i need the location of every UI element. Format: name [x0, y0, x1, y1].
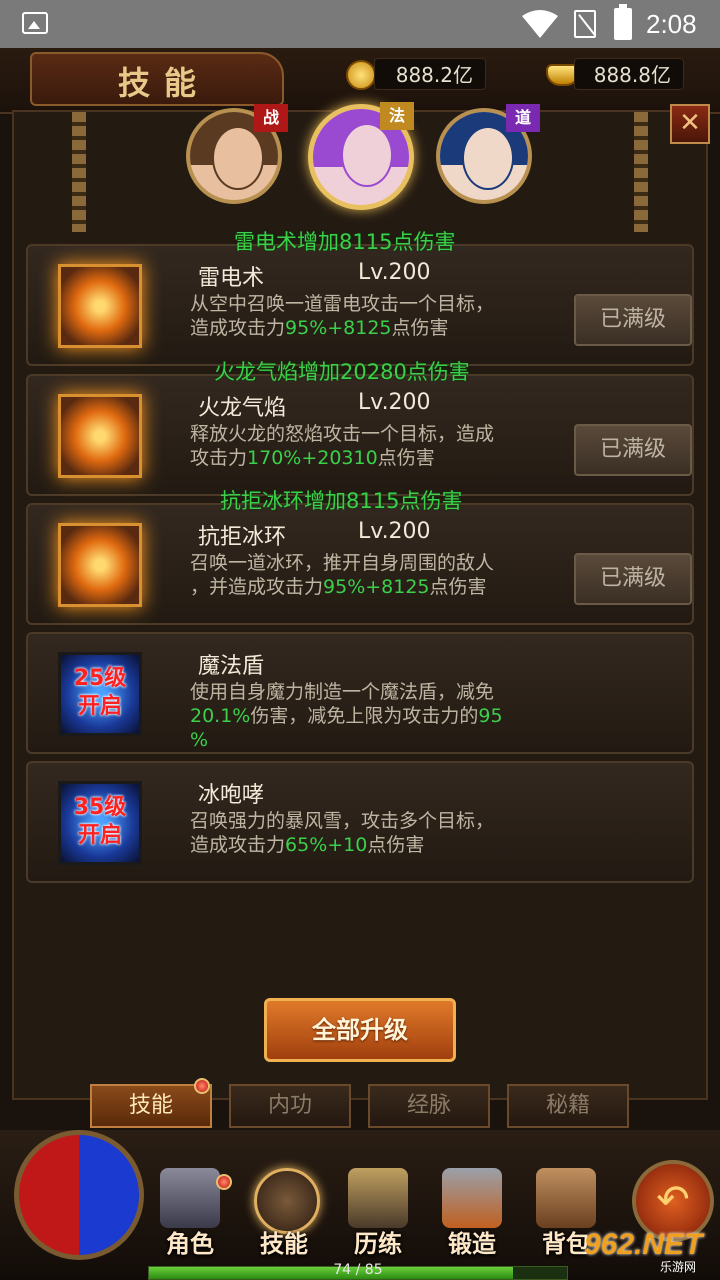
ice-roar-skill-icon: 35级 开启 [58, 781, 142, 865]
unlock-level-label: 25级 开启 [73, 666, 127, 719]
skill-name: 火龙气焰 [198, 396, 287, 421]
skill-bonus-text: 火龙气焰增加20280点伤害 [214, 360, 470, 384]
page-title: 技能 [118, 64, 211, 102]
nav-label: 角色 [166, 1229, 214, 1258]
nav-label: 技能 [260, 1229, 308, 1258]
avatar-face [462, 126, 514, 190]
skill-level: Lv.200 [358, 390, 431, 415]
skill-card-magic-shield[interactable]: 25级 开启 魔法盾 使用自身魔力制造一个魔法盾，减免 20.1%伤害，减免上限为… [26, 632, 694, 754]
helmet-icon [160, 1168, 220, 1228]
nav-training[interactable]: 历练 [338, 1168, 418, 1258]
unlock-level-label: 35级 开启 [73, 795, 127, 848]
ice-ring-skill-icon [58, 523, 142, 607]
skill-name: 冰咆哮 [198, 783, 265, 808]
skill-level: Lv.200 [358, 260, 431, 285]
skill-name: 魔法盾 [198, 654, 265, 679]
bag-icon [536, 1168, 596, 1228]
class-badge-mage: 法 [380, 102, 414, 130]
status-bar: 2:08 [0, 0, 720, 48]
wifi-icon [522, 10, 558, 38]
class-badge-taoist: 道 [506, 104, 540, 132]
watermark-logo: 962.NET [584, 1228, 703, 1261]
gold-coin-icon [346, 60, 376, 90]
skill-name: 雷电术 [198, 266, 265, 291]
tab-meridians[interactable]: 经脉 [368, 1084, 490, 1128]
yin-yang-orb-icon[interactable] [14, 1130, 144, 1260]
close-button[interactable]: ✕ [670, 104, 710, 144]
clock: 2:08 [646, 9, 697, 39]
avatar-face [341, 123, 393, 187]
lightning-skill-icon [58, 264, 142, 348]
skill-card-fire-dragon[interactable]: 火龙气焰 Lv.200 释放火龙的怒焰攻击一个目标，造成 攻击力170%+203… [26, 374, 694, 496]
skill-description: 释放火龙的怒焰攻击一个目标，造成 攻击力170%+20310点伤害 [190, 423, 495, 469]
skill-description: 召唤一道冰环，推开自身周围的敌人 ，并造成攻击力95%+8125点伤害 [190, 552, 495, 598]
skill-card-repel-ice-ring[interactable]: 抗拒冰环 Lv.200 召唤一道冰环，推开自身周围的敌人 ，并造成攻击力95%+… [26, 503, 694, 625]
no-sim-icon [574, 10, 596, 38]
nav-forge[interactable]: 锻造 [432, 1168, 512, 1258]
avatar-face [212, 126, 264, 190]
right-chain [634, 112, 648, 232]
skill-bonus-text: 雷电术增加8115点伤害 [234, 230, 456, 254]
tab-secret-books[interactable]: 秘籍 [507, 1084, 629, 1128]
left-chain [72, 112, 86, 232]
max-level-button[interactable]: 已满级 [574, 553, 692, 605]
skill-bonus-text: 抗拒冰环增加8115点伤害 [220, 489, 463, 513]
gold-amount: 888.2亿 [374, 58, 486, 90]
watermark-sub: 乐游网 [660, 1260, 697, 1274]
skill-description: 从空中召唤一道雷电攻击一个目标， 造成攻击力95%+8125点伤害 [190, 293, 495, 339]
hammer-icon [442, 1168, 502, 1228]
armor-icon [348, 1168, 408, 1228]
tab-skills[interactable]: 技能 [90, 1084, 212, 1128]
max-level-button[interactable]: 已满级 [574, 424, 692, 476]
skill-card-lightning[interactable]: 雷电术 Lv.200 从空中召唤一道雷电攻击一个目标， 造成攻击力95%+812… [26, 244, 694, 366]
magic-shield-skill-icon: 25级 开启 [58, 652, 142, 736]
tab-inner-power[interactable]: 内功 [229, 1084, 351, 1128]
nav-character[interactable]: 角色 [150, 1168, 232, 1258]
skill-description: 使用自身魔力制造一个魔法盾，减免 20.1%伤害，减免上限为攻击力的95 % [190, 681, 503, 751]
skill-level: Lv.200 [358, 519, 431, 544]
exp-progress-text: 74 / 85 [333, 1262, 383, 1278]
image-notification-icon [22, 12, 48, 34]
notification-dot-icon [216, 1174, 232, 1190]
notification-dot-icon [194, 1078, 210, 1094]
battery-icon [614, 4, 632, 40]
skill-name: 抗拒冰环 [198, 525, 287, 550]
fire-dragon-skill-icon [58, 394, 142, 478]
nav-skills[interactable]: 技能 [244, 1168, 324, 1258]
nav-label: 锻造 [448, 1229, 496, 1258]
ingot-amount: 888.8亿 [574, 58, 684, 90]
nav-label: 历练 [354, 1229, 402, 1258]
max-level-button[interactable]: 已满级 [574, 294, 692, 346]
upgrade-all-button[interactable]: 全部升级 [264, 998, 456, 1062]
skill-card-ice-roar[interactable]: 35级 开启 冰咆哮 召唤强力的暴风雪，攻击多个目标， 造成攻击力65%+10点伤… [26, 761, 694, 883]
class-badge-warrior: 战 [254, 104, 288, 132]
skill-description: 召唤强力的暴风雪，攻击多个目标， 造成攻击力65%+10点伤害 [190, 810, 495, 856]
